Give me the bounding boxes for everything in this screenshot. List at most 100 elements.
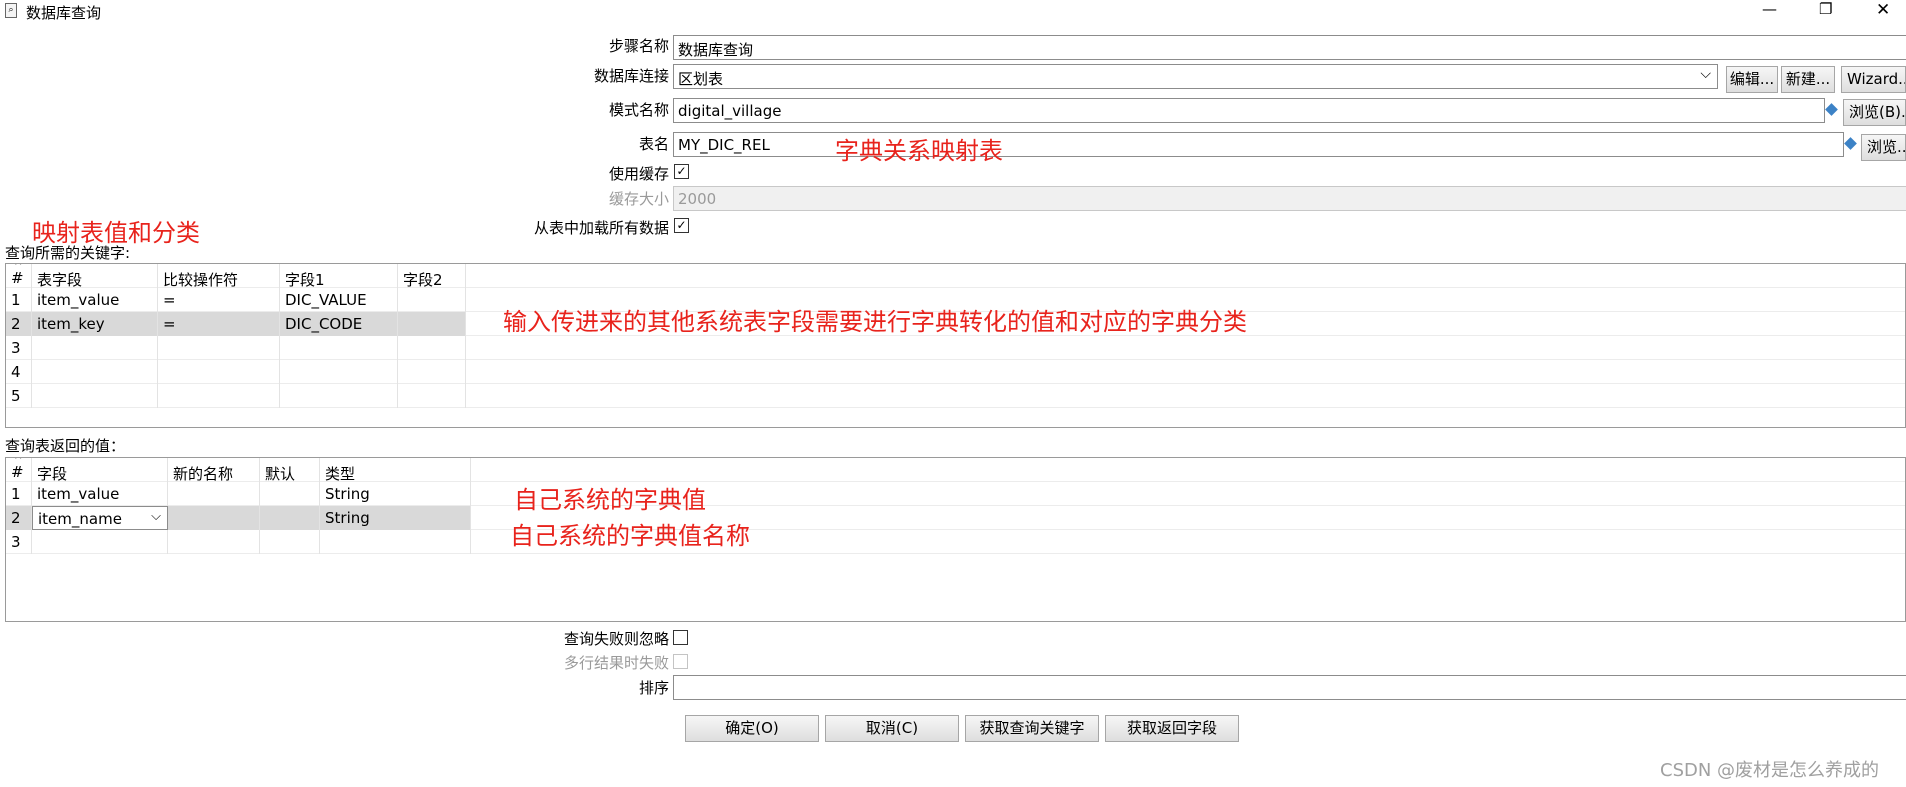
table-cell[interactable]	[260, 530, 320, 554]
table-cell[interactable]: =	[158, 288, 280, 312]
edit-connection-button[interactable]: 编辑...	[1726, 66, 1778, 93]
load-all-checkbox[interactable]: ✓	[674, 218, 689, 233]
multi-fail-label: 多行结果时失败	[563, 654, 669, 672]
table-cell[interactable]: =	[158, 312, 280, 336]
return-table[interactable]: ^ # 字段 新的名称 默认 类型 1 item_value String 2 item…	[5, 457, 1906, 622]
connection-label: 数据库连接	[593, 67, 669, 85]
table-cell[interactable]	[168, 506, 260, 530]
order-input[interactable]	[673, 675, 1906, 700]
chevron-down-icon[interactable]: ⌵	[1700, 66, 1711, 82]
table-cell[interactable]	[398, 360, 466, 384]
table-label: 表名	[638, 135, 669, 153]
table-cell[interactable]	[32, 384, 158, 408]
col-header-field[interactable]: 字段	[32, 458, 168, 482]
col-header-type[interactable]: 类型	[320, 458, 471, 482]
get-return-fields-button[interactable]: 获取返回字段	[1105, 715, 1239, 742]
window-title: 数据库查询	[26, 4, 102, 22]
connection-value: 区划表	[678, 70, 724, 88]
col-header-comparator[interactable]: 比较操作符	[158, 264, 280, 288]
close-icon[interactable]: ✕	[1876, 0, 1890, 20]
table-cell[interactable]	[168, 530, 260, 554]
row-index-cell: 1	[6, 482, 32, 506]
chevron-down-icon[interactable]: ⌵	[151, 509, 161, 524]
row-index-cell: 3	[6, 336, 32, 360]
maximize-icon[interactable]: ❐	[1819, 0, 1832, 18]
table-cell[interactable]	[260, 506, 320, 530]
table-cell[interactable]	[158, 360, 280, 384]
table-row[interactable]: 1 item_value String	[6, 482, 1905, 506]
wizard-button[interactable]: Wizard...	[1841, 66, 1906, 93]
table-cell[interactable]: DIC_VALUE	[280, 288, 398, 312]
table-cell[interactable]	[398, 312, 466, 336]
watermark: CSDN @废材是怎么养成的	[1660, 760, 1880, 781]
row-index-cell: 5	[6, 384, 32, 408]
col-header-field1[interactable]: 字段1	[280, 264, 398, 288]
table-header-row: # 表字段 比较操作符 字段1 字段2	[6, 264, 1905, 288]
connection-select[interactable]: 区划表 ⌵	[673, 64, 1718, 89]
table-cell[interactable]	[158, 384, 280, 408]
ok-button[interactable]: 确定(O)	[685, 715, 819, 742]
row-index-cell: 2	[6, 506, 32, 530]
table-cell[interactable]	[158, 336, 280, 360]
table-cell[interactable]	[398, 384, 466, 408]
schema-label: 模式名称	[608, 101, 669, 119]
browse-table-button[interactable]: 浏览...	[1861, 134, 1906, 161]
variable-icon	[1844, 137, 1857, 150]
new-connection-button[interactable]: 新建...	[1781, 66, 1835, 93]
table-cell[interactable]	[280, 360, 398, 384]
table-cell[interactable]	[32, 360, 158, 384]
cache-size-input: 2000	[673, 186, 1906, 211]
table-cell[interactable]	[280, 384, 398, 408]
table-row[interactable]: 5	[6, 384, 1905, 408]
col-header-index: #	[6, 458, 32, 482]
annotation-input-note: 输入传进来的其他系统表字段需要进行字典转化的值和对应的字典分类	[503, 308, 1247, 336]
table-cell[interactable]	[168, 482, 260, 506]
ignore-fail-label: 查询失败则忽略	[563, 630, 669, 648]
col-header-default[interactable]: 默认	[260, 458, 320, 482]
ignore-fail-checkbox[interactable]	[673, 630, 688, 645]
table-cell[interactable]	[32, 530, 168, 554]
row-index-cell: 3	[6, 530, 32, 554]
keys-table[interactable]: ^ # 表字段 比较操作符 字段1 字段2 1 item_value = DIC_VA…	[5, 263, 1906, 428]
annotation-dict-value-note: 自己系统的字典值	[514, 486, 706, 514]
col-header-table-field[interactable]: 表字段	[32, 264, 158, 288]
keys-section-label: 查询所需的关键字:	[5, 244, 131, 262]
col-header-field2[interactable]: 字段2	[398, 264, 466, 288]
annotation-table-note: 字典关系映射表	[835, 137, 1003, 165]
load-all-label: 从表中加载所有数据	[533, 219, 669, 237]
table-cell[interactable]: item_value	[32, 288, 158, 312]
table-header-row: # 字段 新的名称 默认 类型	[6, 458, 1905, 482]
use-cache-checkbox[interactable]: ✓	[674, 164, 689, 179]
return-section-label: 查询表返回的值：	[5, 437, 126, 455]
variable-icon	[1825, 103, 1838, 116]
app-icon: ⌕	[5, 3, 17, 18]
get-keys-button[interactable]: 获取查询关键字	[965, 715, 1099, 742]
minimize-icon[interactable]: —	[1762, 0, 1777, 18]
table-cell[interactable]	[398, 336, 466, 360]
table-cell[interactable]: item_key	[32, 312, 158, 336]
table-row[interactable]: 2 item_name ⌵ String	[6, 506, 1905, 530]
table-row[interactable]: 3	[6, 336, 1905, 360]
table-cell[interactable]: String	[320, 482, 471, 506]
schema-input[interactable]: digital_village	[673, 98, 1825, 123]
table-cell[interactable]	[320, 530, 471, 554]
step-name-input[interactable]: 数据库查询	[673, 35, 1906, 60]
table-cell[interactable]: String	[320, 506, 471, 530]
cancel-button[interactable]: 取消(C)	[825, 715, 959, 742]
table-row[interactable]: 3	[6, 530, 1905, 554]
table-cell[interactable]	[280, 336, 398, 360]
table-cell[interactable]: item_value	[32, 482, 168, 506]
table-cell[interactable]: DIC_CODE	[280, 312, 398, 336]
cache-size-label: 缓存大小	[608, 190, 669, 208]
use-cache-label: 使用缓存	[608, 165, 669, 183]
col-header-new-name[interactable]: 新的名称	[168, 458, 260, 482]
table-cell[interactable]	[32, 336, 158, 360]
title-bar: ⌕ 数据库查询 — ❐ ✕	[0, 0, 1906, 22]
browse-schema-button[interactable]: 浏览(B)...	[1843, 99, 1906, 126]
table-cell[interactable]: item_name ⌵	[32, 506, 168, 530]
table-row[interactable]: 4	[6, 360, 1905, 384]
table-cell[interactable]	[260, 482, 320, 506]
table-cell[interactable]	[398, 288, 466, 312]
col-header-index: #	[6, 264, 32, 288]
row-index-cell: 2	[6, 312, 32, 336]
